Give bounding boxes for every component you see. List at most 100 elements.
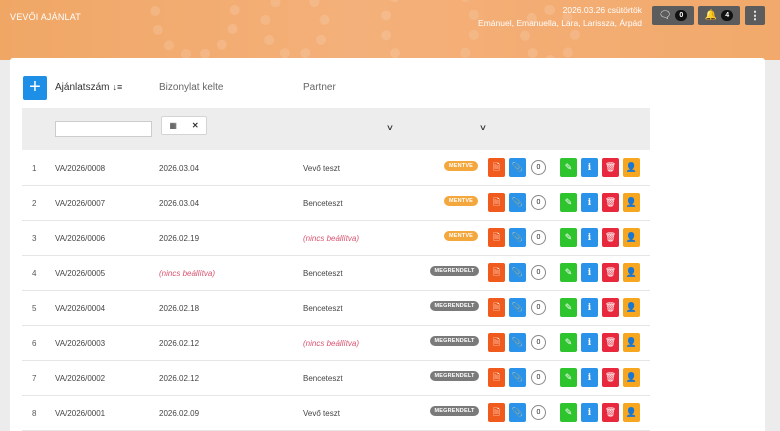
edit-button[interactable]: ✎ xyxy=(560,298,577,317)
table-row[interactable]: 4 VA/2026/0005 (nincs beállítva) Benceteszt… xyxy=(22,256,650,291)
table-row[interactable]: 5 VA/2026/0004 2026.02.18 Benceteszt MEGREND… xyxy=(22,291,650,326)
info-button[interactable]: i xyxy=(581,333,598,352)
sort-icon: ↓≡ xyxy=(112,82,123,92)
pdf-button[interactable]: 🗎 xyxy=(488,333,505,352)
info-button[interactable]: i xyxy=(581,403,598,422)
edit-button[interactable]: ✎ xyxy=(560,263,577,282)
clear-icon[interactable]: ✕ xyxy=(192,121,199,130)
user-button[interactable]: 👤 xyxy=(623,158,640,177)
attachment-count: 0 xyxy=(531,300,546,315)
info-button[interactable]: i xyxy=(581,298,598,317)
delete-button[interactable]: 🗑 xyxy=(602,228,619,247)
trash-icon: 🗑 xyxy=(604,337,617,347)
info-icon: i xyxy=(587,372,592,383)
delete-button[interactable]: 🗑 xyxy=(602,368,619,387)
offer-number: VA/2026/0006 xyxy=(55,234,106,243)
edit-button[interactable]: ✎ xyxy=(560,333,577,352)
pdf-button[interactable]: 🗎 xyxy=(488,298,505,317)
attachment-button[interactable]: 📎 xyxy=(509,193,526,212)
column-header-offer-number[interactable]: Ajánlatszám ↓≡ xyxy=(55,82,122,93)
paperclip-icon: 📎 xyxy=(511,197,524,207)
table-row[interactable]: 3 VA/2026/0006 2026.02.19 (nincs beállítva)… xyxy=(22,221,650,256)
doc-date: 2026.02.12 xyxy=(159,374,200,383)
table-row[interactable]: 2 VA/2026/0007 2026.03.04 Benceteszt MENTVE 🗎… xyxy=(22,186,650,221)
trash-icon: 🗑 xyxy=(604,197,617,207)
pdf-file-icon: 🗎 xyxy=(492,231,501,242)
pencil-icon: ✎ xyxy=(564,407,573,417)
edit-button[interactable]: ✎ xyxy=(560,403,577,422)
attachment-button[interactable]: 📎 xyxy=(509,228,526,247)
attachment-button[interactable]: 📎 xyxy=(509,263,526,282)
info-button[interactable]: i xyxy=(581,193,598,212)
doc-date: 2026.03.04 xyxy=(159,199,200,208)
offers-card: + Ajánlatszám ↓≡ Bizonylat kelte Partner … xyxy=(10,58,765,431)
attachment-button[interactable]: 📎 xyxy=(509,333,526,352)
row-number: 6 xyxy=(32,339,37,348)
calendar-icon[interactable]: ▦ xyxy=(169,121,177,130)
delete-button[interactable]: 🗑 xyxy=(602,333,619,352)
logged-users: Emánuel, Emanuella, Lara, Larissza, Árpá… xyxy=(478,18,642,28)
trash-icon: 🗑 xyxy=(604,162,617,172)
info-button[interactable]: i xyxy=(581,158,598,177)
delete-button[interactable]: 🗑 xyxy=(602,403,619,422)
pdf-button[interactable]: 🗎 xyxy=(488,193,505,212)
table-row[interactable]: 8 VA/2026/0001 2026.02.09 Vevő teszt MEGREND… xyxy=(22,396,650,431)
partner-filter-chevron-down-icon[interactable]: ∨ xyxy=(386,123,394,132)
table-row[interactable]: 6 VA/2026/0003 2026.02.12 (nincs beállítva)… xyxy=(22,326,650,361)
user-button[interactable]: 👤 xyxy=(623,193,640,212)
attachment-button[interactable]: 📎 xyxy=(509,368,526,387)
paperclip-icon: 📎 xyxy=(511,302,524,312)
user-button[interactable]: 👤 xyxy=(623,403,640,422)
pencil-icon: ✎ xyxy=(564,372,573,382)
status-badge: MEGRENDELT xyxy=(430,301,479,311)
user-icon: 👤 xyxy=(625,337,638,347)
user-button[interactable]: 👤 xyxy=(623,298,640,317)
delete-button[interactable]: 🗑 xyxy=(602,263,619,282)
partner-name: Benceteszt xyxy=(303,374,343,383)
delete-button[interactable]: 🗑 xyxy=(602,158,619,177)
info-button[interactable]: i xyxy=(581,228,598,247)
user-button[interactable]: 👤 xyxy=(623,263,640,282)
column-header-doc-date[interactable]: Bizonylat kelte xyxy=(159,82,223,93)
attachment-button[interactable]: 📎 xyxy=(509,298,526,317)
delete-button[interactable]: 🗑 xyxy=(602,298,619,317)
attachment-button[interactable]: 📎 xyxy=(509,403,526,422)
pdf-button[interactable]: 🗎 xyxy=(488,368,505,387)
info-button[interactable]: i xyxy=(581,263,598,282)
info-icon: i xyxy=(587,302,592,313)
top-header: VEVŐI AJÁNLAT 2026.03.26 csütörtök Emánu… xyxy=(0,0,780,60)
paperclip-icon: 📎 xyxy=(511,162,524,172)
user-button[interactable]: 👤 xyxy=(623,368,640,387)
attachment-count: 0 xyxy=(531,405,546,420)
add-offer-button[interactable]: + xyxy=(23,76,47,100)
trash-icon: 🗑 xyxy=(604,267,617,277)
user-button[interactable]: 👤 xyxy=(623,228,640,247)
info-button[interactable]: i xyxy=(581,368,598,387)
table-row[interactable]: 1 VA/2026/0008 2026.03.04 Vevő teszt MENTVE 🗎… xyxy=(22,151,650,186)
messages-button[interactable]: 🗨 0 xyxy=(652,6,694,25)
attachment-count: 0 xyxy=(531,195,546,210)
partner-name: Vevő teszt xyxy=(303,409,340,418)
status-badge: MEGRENDELT xyxy=(430,336,479,346)
delete-button[interactable]: 🗑 xyxy=(602,193,619,212)
menu-button[interactable]: ⋮ xyxy=(745,6,765,25)
edit-button[interactable]: ✎ xyxy=(560,368,577,387)
pencil-icon: ✎ xyxy=(564,302,573,312)
info-icon: i xyxy=(587,232,592,243)
user-button[interactable]: 👤 xyxy=(623,333,640,352)
status-filter-chevron-down-icon[interactable]: ∨ xyxy=(479,123,487,132)
edit-button[interactable]: ✎ xyxy=(560,193,577,212)
row-number: 8 xyxy=(32,409,37,418)
pdf-button[interactable]: 🗎 xyxy=(488,228,505,247)
pdf-button[interactable]: 🗎 xyxy=(488,403,505,422)
pdf-button[interactable]: 🗎 xyxy=(488,158,505,177)
edit-button[interactable]: ✎ xyxy=(560,158,577,177)
pdf-button[interactable]: 🗎 xyxy=(488,263,505,282)
attachment-button[interactable]: 📎 xyxy=(509,158,526,177)
column-header-partner[interactable]: Partner xyxy=(303,82,336,93)
offer-number-filter-input[interactable] xyxy=(55,121,152,137)
edit-button[interactable]: ✎ xyxy=(560,228,577,247)
offer-number: VA/2026/0005 xyxy=(55,269,106,278)
table-row[interactable]: 7 VA/2026/0002 2026.02.12 Benceteszt MEGREND… xyxy=(22,361,650,396)
notifications-button[interactable]: 🔔 4 xyxy=(698,6,740,25)
